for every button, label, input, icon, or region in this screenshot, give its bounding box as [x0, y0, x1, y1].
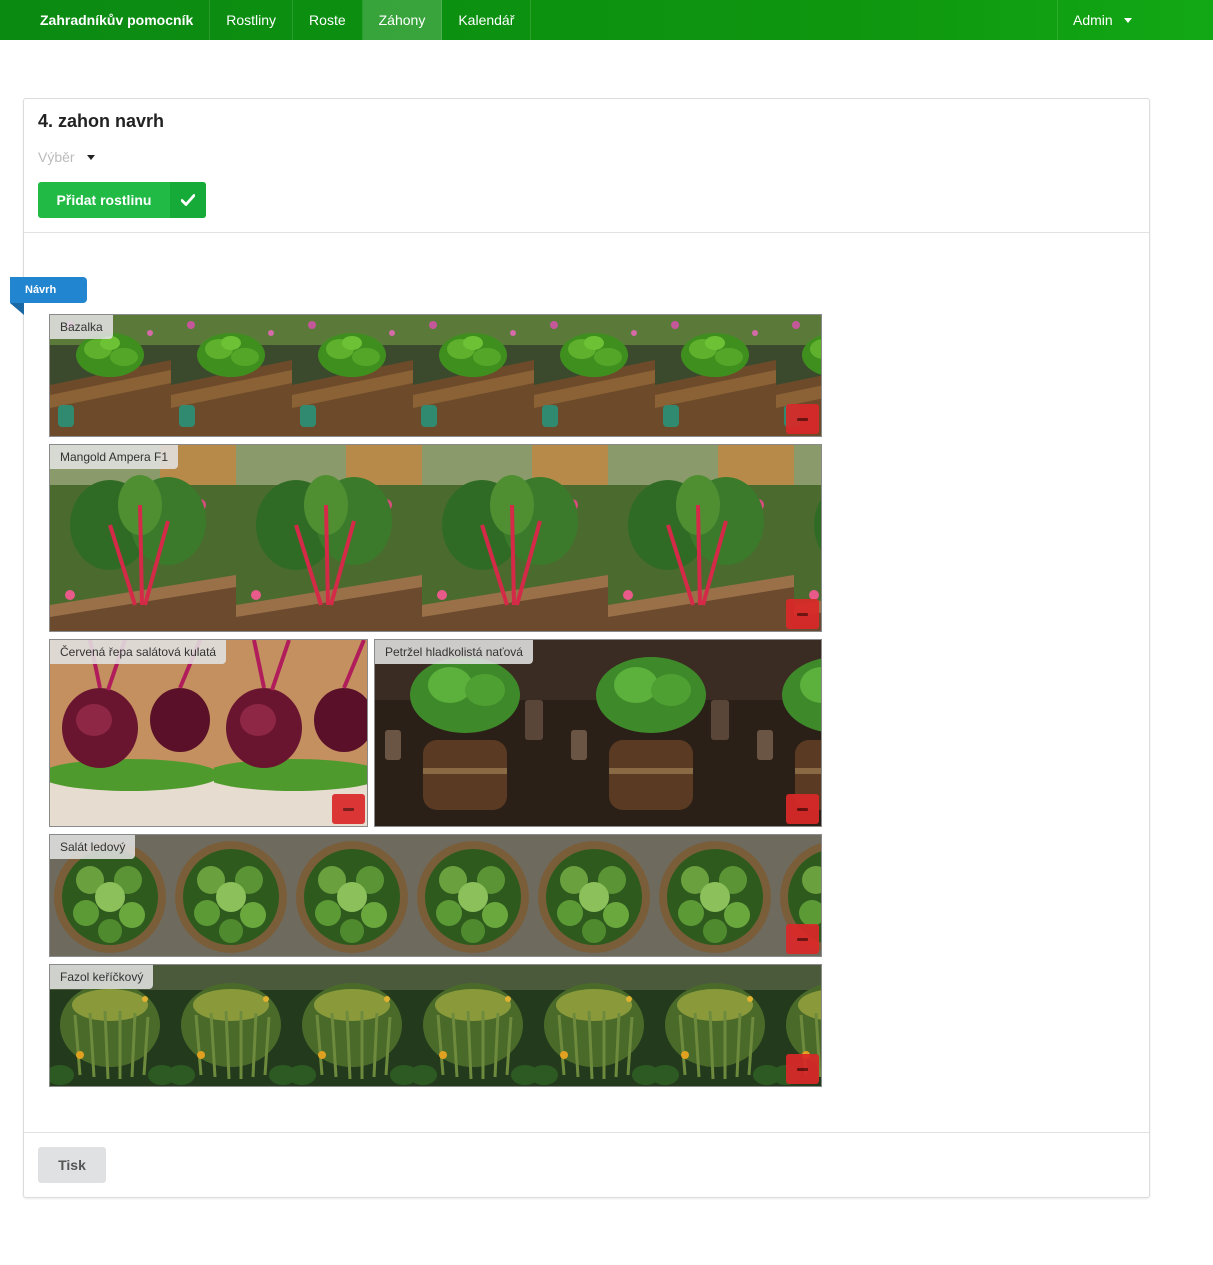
add-plant-label: Přidat rostlinu — [56, 192, 152, 208]
top-navbar: Zahradníkův pomocník Rostliny Roste Záho… — [0, 0, 1213, 40]
nav-item-rostliny[interactable]: Rostliny — [210, 0, 294, 40]
remove-plant-button[interactable] — [786, 599, 819, 629]
plant-tile-lettuce: Salát ledový — [49, 834, 822, 957]
minus-icon — [797, 612, 808, 616]
bean-photo-icon — [50, 965, 821, 1086]
plant-select-placeholder: Výběr — [38, 149, 75, 165]
chard-photo-icon — [50, 445, 821, 631]
plant-tile-beetroot: Červená řepa salátová kulatá — [49, 639, 368, 827]
remove-plant-button[interactable] — [786, 794, 819, 824]
bed-card: 4. zahon navrh Výběr Přidat rostlinu Náv… — [10, 98, 1150, 1198]
plant-tile-chard: Mangold Ampera F1 — [49, 444, 822, 632]
nav-item-roste[interactable]: Roste — [293, 0, 363, 40]
plant-label: Mangold Ampera F1 — [50, 445, 179, 469]
minus-icon — [343, 807, 354, 811]
minus-icon — [797, 807, 808, 811]
print-button[interactable]: Tisk — [38, 1147, 106, 1183]
check-icon — [170, 182, 206, 218]
plant-label: Fazol keříčkový — [50, 965, 154, 989]
user-menu-label: Admin — [1073, 12, 1113, 28]
remove-plant-button[interactable] — [786, 404, 819, 434]
dropdown-caret-icon — [86, 154, 95, 160]
beetroot-photo-icon — [50, 640, 367, 826]
basil-photo-icon — [50, 315, 821, 436]
minus-icon — [797, 1067, 808, 1071]
nav-item-zahony[interactable]: Záhony — [362, 0, 443, 40]
plant-tile-bean: Fazol keříčkový — [49, 964, 822, 1087]
remove-plant-button[interactable] — [332, 794, 365, 824]
draft-ribbon: Návrh — [10, 277, 87, 315]
add-plant-button[interactable]: Přidat rostlinu — [38, 182, 206, 218]
parsley-photo-icon — [375, 640, 821, 826]
card-header: 4. zahon navrh Výběr Přidat rostlinu — [24, 99, 1149, 233]
nav-item-kalendar[interactable]: Kalendář — [442, 0, 532, 40]
remove-plant-button[interactable] — [786, 924, 819, 954]
plant-label: Červená řepa salátová kulatá — [50, 640, 227, 664]
remove-plant-button[interactable] — [786, 1054, 819, 1084]
lettuce-photo-icon — [50, 835, 821, 956]
chevron-down-icon — [1123, 17, 1132, 23]
plant-select[interactable]: Výběr — [38, 149, 95, 165]
plant-label: Petržel hladkolistá naťová — [375, 640, 533, 664]
nav-spacer — [531, 0, 1058, 40]
brand-link[interactable]: Zahradníkův pomocník — [0, 0, 211, 40]
plant-label: Bazalka — [50, 315, 113, 339]
plant-tile-basil: Bazalka — [49, 314, 822, 437]
user-menu[interactable]: Admin — [1058, 0, 1213, 40]
plant-label: Salát ledový — [50, 835, 136, 859]
minus-icon — [797, 417, 808, 421]
minus-icon — [797, 937, 808, 941]
card-footer: Tisk — [24, 1132, 1149, 1198]
plant-tile-parsley: Petržel hladkolistá naťová — [374, 639, 822, 827]
page-title: 4. zahon navrh — [38, 111, 165, 131]
